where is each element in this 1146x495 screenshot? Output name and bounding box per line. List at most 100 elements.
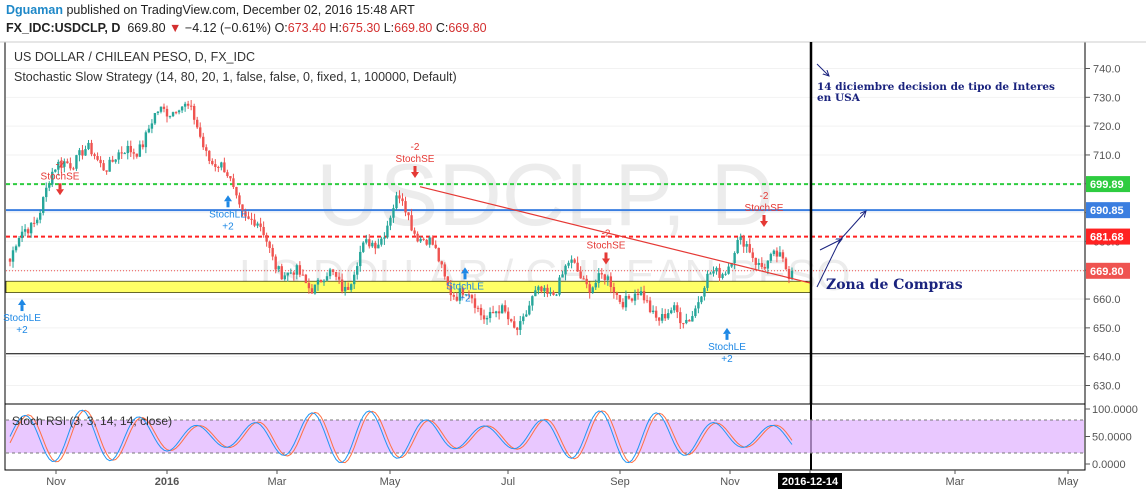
candle-body (513, 321, 516, 328)
candle-body (682, 323, 685, 325)
candle-body (600, 273, 603, 275)
candle-body (751, 252, 754, 258)
candle-body (706, 273, 709, 288)
candle-body (87, 142, 90, 150)
candle-body (93, 154, 96, 157)
candle-body (552, 292, 555, 295)
candle-body (691, 316, 694, 322)
candle-body (29, 222, 33, 234)
x-tick-label: May (380, 476, 401, 488)
candle-body (528, 305, 531, 315)
candle-body (540, 286, 543, 292)
candle-body (431, 237, 434, 245)
candle-body (129, 145, 132, 153)
candle-body (679, 312, 682, 324)
y-tick-label: 660.0 (1093, 294, 1121, 306)
candle-body (763, 266, 767, 269)
candle-body (356, 266, 359, 275)
candle-body (189, 105, 193, 107)
candle-body (72, 168, 75, 170)
candle-body (784, 258, 788, 270)
candle-body (135, 153, 139, 157)
candle-body (262, 226, 265, 236)
buy-zone-rect (5, 280, 812, 294)
candle-body (35, 219, 39, 224)
candle-body (621, 301, 625, 308)
buy-zone (5, 280, 812, 294)
candle-body (452, 295, 456, 297)
osc-tick-label: 0.0000 (1092, 459, 1126, 471)
osc-tick-label: 100.0000 (1092, 404, 1138, 416)
candle-body (322, 280, 326, 283)
candle-body (663, 314, 667, 319)
candle-body (250, 218, 253, 220)
candle-body (20, 231, 24, 239)
candle-body (319, 279, 323, 283)
candle-body (26, 229, 30, 234)
candle-body (177, 110, 181, 113)
candle-body (84, 149, 87, 156)
candle-body (639, 291, 643, 296)
candle-body (766, 260, 770, 269)
candle-body (534, 290, 537, 297)
y-tick-label: 720.0 (1093, 121, 1121, 133)
candle-body (298, 265, 302, 275)
candle-body (81, 150, 84, 156)
candle-body (724, 273, 727, 275)
candle-body (153, 113, 157, 124)
candle-body (226, 172, 229, 177)
candle-body (516, 327, 519, 330)
signal-qty: +2 (721, 354, 733, 365)
candle-body (410, 215, 413, 231)
candle-body (45, 187, 48, 198)
strategy-label: Stochastic Slow Strategy (14, 80, 20, 1,… (14, 70, 457, 84)
candle-body (564, 265, 567, 275)
candle-body (265, 235, 268, 242)
pane-title: US DOLLAR / CHILEAN PESO, D, FX_IDC (14, 50, 255, 64)
candle-body (78, 150, 81, 156)
candle-body (633, 293, 637, 301)
candle-body (558, 277, 561, 295)
candle-body (579, 271, 582, 279)
candle-body (235, 186, 238, 196)
candle-body (522, 316, 525, 322)
candle-body (286, 272, 289, 276)
candle-body (703, 287, 706, 297)
candle-body (567, 262, 570, 266)
candle-body (413, 230, 416, 234)
candle-body (573, 259, 576, 263)
candle-body (470, 295, 474, 299)
signal-label: StochLE (446, 281, 484, 292)
chart-canvas[interactable]: USDCLP, D US DOLLAR / CHILEAN PESO Stoch… (0, 0, 1146, 495)
candle-body (99, 159, 102, 164)
candle-body (612, 287, 616, 293)
candle-body (274, 256, 277, 270)
candle-body (654, 310, 658, 318)
candle-body (712, 271, 715, 274)
candle-body (525, 314, 528, 317)
candle-body (416, 233, 419, 242)
candle-body (205, 147, 208, 151)
signal-qty: +2 (16, 325, 28, 336)
time-axis[interactable]: Nov 2016 Mar May Jul Sep Nov 2016-12-14 Mar May (46, 470, 1079, 489)
candle-body (90, 142, 93, 155)
short-arrow-stem (604, 252, 608, 259)
long-arrow-stem (463, 273, 467, 280)
signal-label: StochSE (41, 171, 80, 182)
candle-body (642, 291, 646, 301)
candle-body (651, 310, 655, 313)
candle-body (126, 145, 129, 154)
price-label: 690.85 (1090, 205, 1124, 217)
candle-body (337, 276, 341, 280)
candle-body (760, 262, 764, 267)
candle-body (700, 296, 703, 303)
candle-body (328, 269, 332, 277)
candle-body (325, 276, 329, 281)
price-axis[interactable]: 630.0640.0650.0660.0670.0680.0690.0700.0… (1085, 64, 1121, 393)
zona-label: Zona de Compras (826, 277, 963, 293)
x-tick-label: 2016 (155, 476, 179, 488)
candle-body (374, 242, 377, 249)
candle-body (8, 258, 12, 262)
candle-body (289, 272, 292, 274)
candle-body (174, 112, 178, 114)
